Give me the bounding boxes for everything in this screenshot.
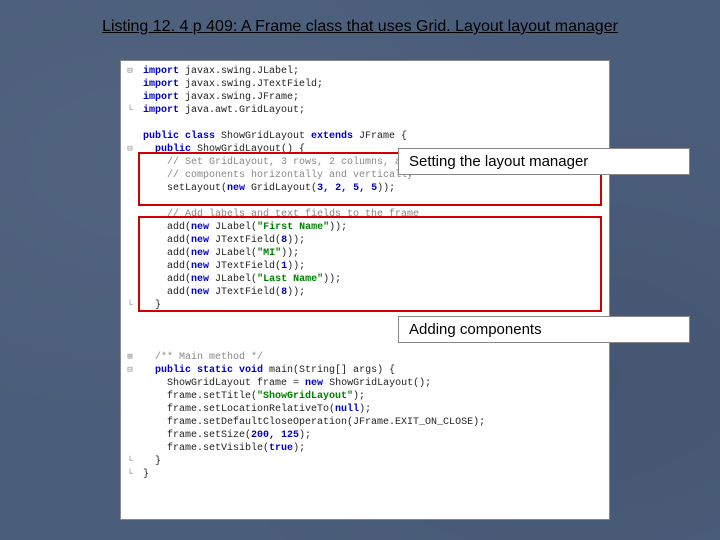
- code-line: import javax.swing.JLabel;: [143, 65, 603, 78]
- code-line: add(new JLabel("Last Name"));: [143, 273, 603, 286]
- code-line: public static void main(String[] args) {: [143, 364, 603, 377]
- gutter-end-icon: └: [125, 299, 135, 312]
- gutter-collapse-icon: ⊟: [125, 143, 135, 156]
- code-line: add(new JTextField(8));: [143, 286, 603, 299]
- gutter-expand-icon: ⊞: [125, 351, 135, 364]
- gutter-end-icon: └: [125, 455, 135, 468]
- code-line: import javax.swing.JFrame;: [143, 91, 603, 104]
- code-line: add(new JTextField(8));: [143, 234, 603, 247]
- code-line: import javax.swing.JTextField;: [143, 78, 603, 91]
- code-line: [143, 195, 603, 208]
- code-line: add(new JLabel("MI"));: [143, 247, 603, 260]
- code-line: ShowGridLayout frame = new ShowGridLayou…: [143, 377, 603, 390]
- code-line: [143, 117, 603, 130]
- code-line: }: [143, 299, 603, 312]
- code-line: // Add labels and text fields to the fra…: [143, 208, 603, 221]
- gutter-end-icon: └: [125, 104, 135, 117]
- code-line: frame.setDefaultCloseOperation(JFrame.EX…: [143, 416, 603, 429]
- slide-title: Listing 12. 4 p 409: A Frame class that …: [60, 18, 660, 36]
- code-line: frame.setTitle("ShowGridLayout");: [143, 390, 603, 403]
- code-line: import java.awt.GridLayout;: [143, 104, 603, 117]
- code-line: add(new JLabel("First Name"));: [143, 221, 603, 234]
- gutter-collapse-icon: ⊟: [125, 65, 135, 78]
- code-line: }: [143, 468, 603, 481]
- callout-setting-layout: Setting the layout manager: [398, 148, 690, 175]
- code-line: }: [143, 455, 603, 468]
- gutter-collapse-icon: ⊟: [125, 364, 135, 377]
- code-line: frame.setSize(200, 125);: [143, 429, 603, 442]
- code-line: frame.setLocationRelativeTo(null);: [143, 403, 603, 416]
- callout-adding-components: Adding components: [398, 316, 690, 343]
- code-line: public class ShowGridLayout extends JFra…: [143, 130, 603, 143]
- code-line: frame.setVisible(true);: [143, 442, 603, 455]
- code-line: add(new JTextField(1));: [143, 260, 603, 273]
- code-line: setLayout(new GridLayout(3, 2, 5, 5));: [143, 182, 603, 195]
- code-line: /** Main method */: [143, 351, 603, 364]
- gutter-end-icon: └: [125, 468, 135, 481]
- code-panel: ⊟ import javax.swing.JLabel; import java…: [120, 60, 610, 520]
